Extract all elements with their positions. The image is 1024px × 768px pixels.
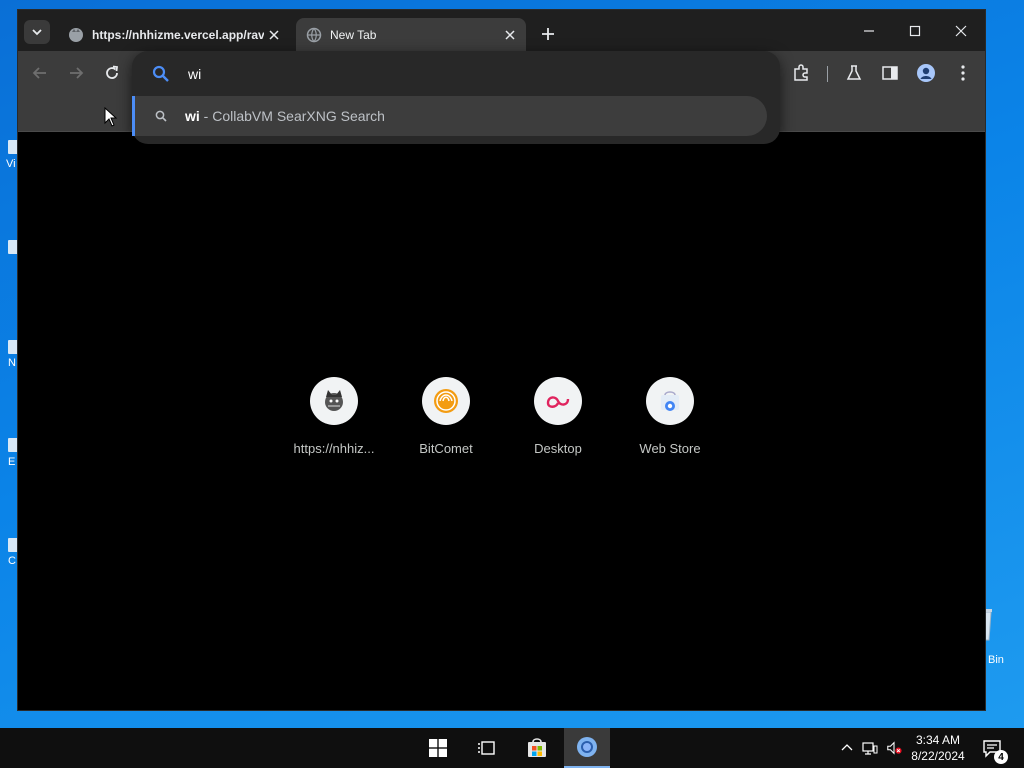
extensions-button[interactable] — [789, 61, 813, 85]
maximize-button[interactable] — [892, 18, 938, 44]
chevron-up-icon — [841, 744, 853, 751]
side-panel-icon — [882, 66, 898, 80]
labs-button[interactable] — [842, 61, 866, 85]
network-icon[interactable] — [862, 740, 878, 756]
chevron-down-icon — [32, 29, 42, 36]
maximize-icon — [909, 25, 921, 37]
arrow-right-icon — [70, 67, 84, 79]
recycle-bin-label: Bin — [988, 654, 1004, 666]
close-icon — [955, 25, 967, 37]
suggestion-separator: - — [199, 108, 213, 124]
clock-date: 8/22/2024 — [911, 749, 965, 763]
cat-favicon-icon — [68, 27, 84, 43]
start-button[interactable] — [415, 728, 461, 768]
suggestion-engine: CollabVM SearXNG Search — [212, 108, 385, 124]
clock-time: 3:34 AM — [915, 733, 961, 747]
search-icon — [152, 65, 169, 82]
notification-badge: 4 — [994, 750, 1008, 764]
omnibox-dropdown: wi - CollabVM SearXNG Search — [132, 51, 780, 144]
store-icon — [528, 738, 546, 757]
suggestion-text: wi - CollabVM SearXNG Search — [185, 108, 385, 124]
desktop-icon — [534, 377, 582, 425]
chrome-taskbar-button[interactable] — [564, 728, 610, 768]
desktop-icon-label-5: C — [8, 555, 16, 567]
task-view-button[interactable] — [463, 728, 509, 768]
menu-button[interactable] — [951, 61, 975, 85]
close-window-button[interactable] — [938, 18, 984, 44]
reload-button[interactable] — [100, 61, 124, 85]
shortcut-desktop[interactable]: Desktop — [502, 377, 614, 456]
search-icon — [153, 108, 169, 124]
desktop-icon-3[interactable] — [8, 340, 18, 354]
reload-icon — [106, 65, 119, 79]
toolbar-divider — [827, 66, 828, 82]
arrow-left-icon — [32, 67, 46, 79]
taskbar: 3:34 AM 8/22/2024 4 — [0, 728, 1024, 768]
shortcut-bitcomet[interactable]: BitComet — [390, 377, 502, 456]
tab-strip: https://nhhizme.vercel.app/rav New Tab — [18, 10, 985, 51]
webstore-icon — [646, 377, 694, 425]
cat-icon — [310, 377, 358, 425]
bitcomet-icon — [422, 377, 470, 425]
tab-new-tab[interactable]: New Tab — [296, 18, 526, 51]
new-tab-button[interactable] — [536, 22, 560, 46]
shortcut-label: Desktop — [534, 441, 582, 456]
puzzle-icon — [794, 64, 808, 81]
desktop-icon-label-1: Vi — [6, 158, 16, 170]
tab-search-button[interactable] — [24, 20, 50, 44]
volume-muted-icon[interactable] — [886, 740, 902, 756]
side-panel-button[interactable] — [878, 61, 902, 85]
tab-title: https://nhhizme.vercel.app/rav — [92, 27, 264, 42]
task-view-icon — [478, 741, 495, 755]
back-button[interactable] — [28, 61, 52, 85]
taskbar-clock[interactable]: 3:34 AM 8/22/2024 — [902, 732, 974, 764]
suggestion-query: wi — [185, 108, 200, 124]
profile-button[interactable] — [914, 61, 938, 85]
close-tab-icon[interactable] — [500, 25, 520, 45]
notification-center-button[interactable]: 4 — [982, 738, 1008, 764]
address-bar-input[interactable] — [188, 63, 748, 85]
avatar-icon — [917, 64, 935, 82]
windows-logo-icon — [429, 739, 447, 757]
forward-button[interactable] — [64, 61, 88, 85]
desktop-icon-label-4: E — [8, 456, 16, 468]
chrome-icon — [577, 737, 597, 757]
show-hidden-icons-button[interactable] — [839, 740, 855, 756]
globe-icon — [306, 27, 322, 43]
shortcut-web-store[interactable]: Web Store — [614, 377, 726, 456]
omnibox-suggestion[interactable]: wi - CollabVM SearXNG Search — [132, 96, 767, 136]
shortcut-label: Web Store — [639, 441, 701, 456]
minimize-button[interactable] — [846, 18, 892, 44]
store-taskbar-button[interactable] — [514, 728, 560, 768]
tab-title: New Tab — [330, 27, 377, 42]
flask-icon — [846, 65, 862, 80]
desktop-icon-1[interactable] — [8, 140, 18, 154]
minimize-icon — [864, 30, 874, 32]
close-tab-icon[interactable] — [264, 25, 284, 45]
desktop-icon-2[interactable] — [8, 240, 18, 254]
desktop-icon-label-3: N — [8, 357, 16, 369]
mouse-cursor-icon — [104, 107, 118, 127]
shortcut-label: https://nhhiz... — [293, 441, 375, 456]
plus-icon — [542, 28, 554, 40]
shortcut-label: BitComet — [419, 441, 473, 456]
shortcut-nhhizme[interactable]: https://nhhiz... — [278, 377, 390, 456]
kebab-menu-icon — [961, 65, 965, 81]
desktop-icon-5[interactable] — [8, 538, 18, 552]
tab-nhhizme[interactable]: https://nhhizme.vercel.app/rav — [58, 18, 290, 51]
desktop-icon-4[interactable] — [8, 438, 18, 452]
